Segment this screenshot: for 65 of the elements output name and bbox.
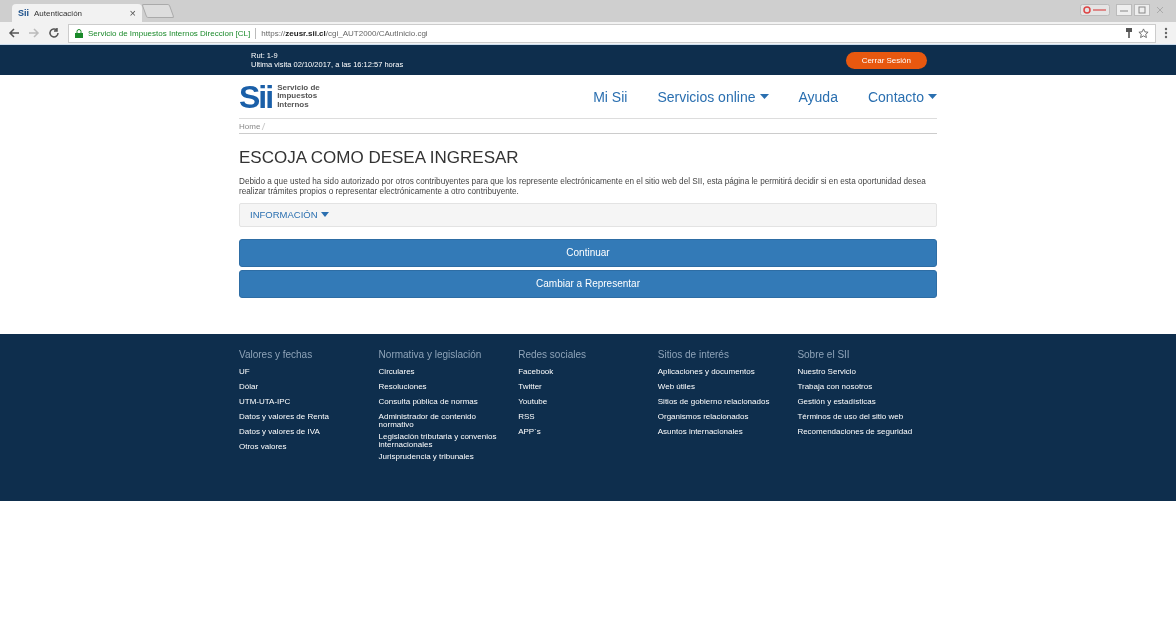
footer-link[interactable]: Web útiles — [657, 383, 798, 395]
nav-link[interactable]: Contacto — [867, 88, 937, 105]
site-identity: Servicio de Impuestos Internos Direccion [CL] — [88, 28, 251, 38]
tab-title: Autenticación — [34, 8, 84, 18]
footer-link[interactable]: Youtube — [518, 398, 658, 410]
address-bar[interactable]: Servicio de Impuestos Internos Direccion [CL] https://zeusr.sii.cl/cgi_AUT2000/CAutInicio.cgi — [68, 23, 1156, 43]
info-toggle[interactable]: INFORMACIÓN — [250, 209, 329, 220]
back-icon[interactable] — [8, 27, 20, 39]
logo-text[interactable]: Servicio de Impuestos Internos — [277, 83, 320, 110]
footer-link[interactable]: Datos y valores de IVA — [239, 428, 379, 440]
restore-icon[interactable] — [1134, 4, 1150, 16]
caret-icon — [928, 94, 937, 99]
footer-link[interactable]: Nuestro Servicio — [797, 368, 937, 380]
caret-icon — [759, 94, 769, 99]
lock-icon — [75, 28, 83, 38]
footer-link[interactable]: Recomendaciones de seguridad — [797, 428, 937, 440]
footer-heading: Valores y fechas — [239, 349, 314, 360]
footer-link[interactable]: Twitter — [518, 383, 658, 395]
footer-link[interactable]: Datos y valores de Renta — [239, 413, 379, 425]
action-button[interactable]: Cambiar a Representar — [239, 269, 937, 298]
nav-link[interactable]: Mi Sii — [593, 88, 628, 105]
footer-link[interactable]: Aplicaciones y documentos — [657, 368, 798, 380]
footer-link[interactable]: Consulta pública de normas — [378, 398, 519, 410]
breadcrumb-link[interactable]: Home — [239, 121, 261, 131]
nav-link[interactable]: Servicios online — [657, 88, 769, 105]
key-icon[interactable] — [1125, 28, 1133, 38]
footer-link[interactable]: Asuntos internacionales — [657, 428, 798, 440]
profile-icon[interactable] — [1080, 4, 1110, 16]
footer-link[interactable]: Gestión y estadísticas — [797, 398, 937, 410]
browser-tab[interactable]: Sii Autenticación × — [12, 4, 142, 22]
action-button[interactable]: Continuar — [239, 238, 937, 267]
footer-link[interactable]: RSS — [518, 413, 658, 425]
url-text: https://zeusr.sii.cl/cgi_AUT2000/CAutInicio.cgi — [261, 28, 428, 38]
description-text: Debido a que usted ha sido autorizado por otros contribuyentes para que los represente electrónicamente en el sitio web del SII, esta página le permitirá decidir si en esta oportunidad desea realizar trámites propios o representar electrónicamente a otro contribuyente. — [239, 177, 927, 198]
footer-link[interactable]: UF — [239, 368, 379, 380]
menu-icon[interactable] — [1164, 27, 1168, 39]
footer-link[interactable]: Otros valores — [239, 443, 379, 455]
new-tab-button[interactable] — [141, 4, 175, 18]
footer-heading: Sobre el SII — [797, 349, 851, 360]
footer-link[interactable]: Sitios de gobierno relacionados — [657, 398, 798, 410]
footer-heading: Normativa y legislación — [378, 349, 483, 360]
tab-favicon: Sii — [18, 8, 29, 18]
footer-link[interactable]: Facebook — [518, 368, 658, 380]
footer-link[interactable]: Trabaja con nosotros — [797, 383, 937, 395]
star-icon[interactable] — [1138, 27, 1149, 39]
footer-link[interactable]: Circulares — [378, 368, 519, 380]
close-tab-button[interactable]: × — [129, 7, 136, 19]
footer-link[interactable]: Legislación tributaria y convenios internacionales — [378, 432, 519, 450]
footer-link[interactable]: Organismos relacionados — [657, 413, 798, 425]
footer-link[interactable]: Administrador de contenido normativo — [378, 413, 519, 430]
page-title: ESCOJA COMO DESEA INGRESAR — [239, 148, 520, 168]
footer-link[interactable]: Términos de uso del sitio web — [797, 413, 937, 425]
logout-button[interactable]: Cerrar Sesión — [845, 51, 927, 69]
footer-link[interactable]: UTM-UTA-IPC — [239, 398, 379, 410]
logo-mark[interactable]: Sii — [239, 80, 273, 113]
footer-heading: Redes sociales — [518, 349, 587, 360]
footer-heading: Sitios de interés — [657, 349, 730, 360]
nav-link[interactable]: Ayuda — [798, 88, 838, 105]
footer-link[interactable]: APP´s — [518, 428, 658, 440]
forward-icon[interactable] — [28, 27, 40, 39]
footer-link[interactable]: Jurisprudencia y tribunales — [378, 452, 519, 465]
reload-icon[interactable] — [48, 27, 60, 39]
footer-link[interactable]: Dólar — [239, 383, 379, 395]
caret-icon — [320, 212, 329, 217]
footer-link[interactable]: Resoluciones — [378, 383, 519, 395]
